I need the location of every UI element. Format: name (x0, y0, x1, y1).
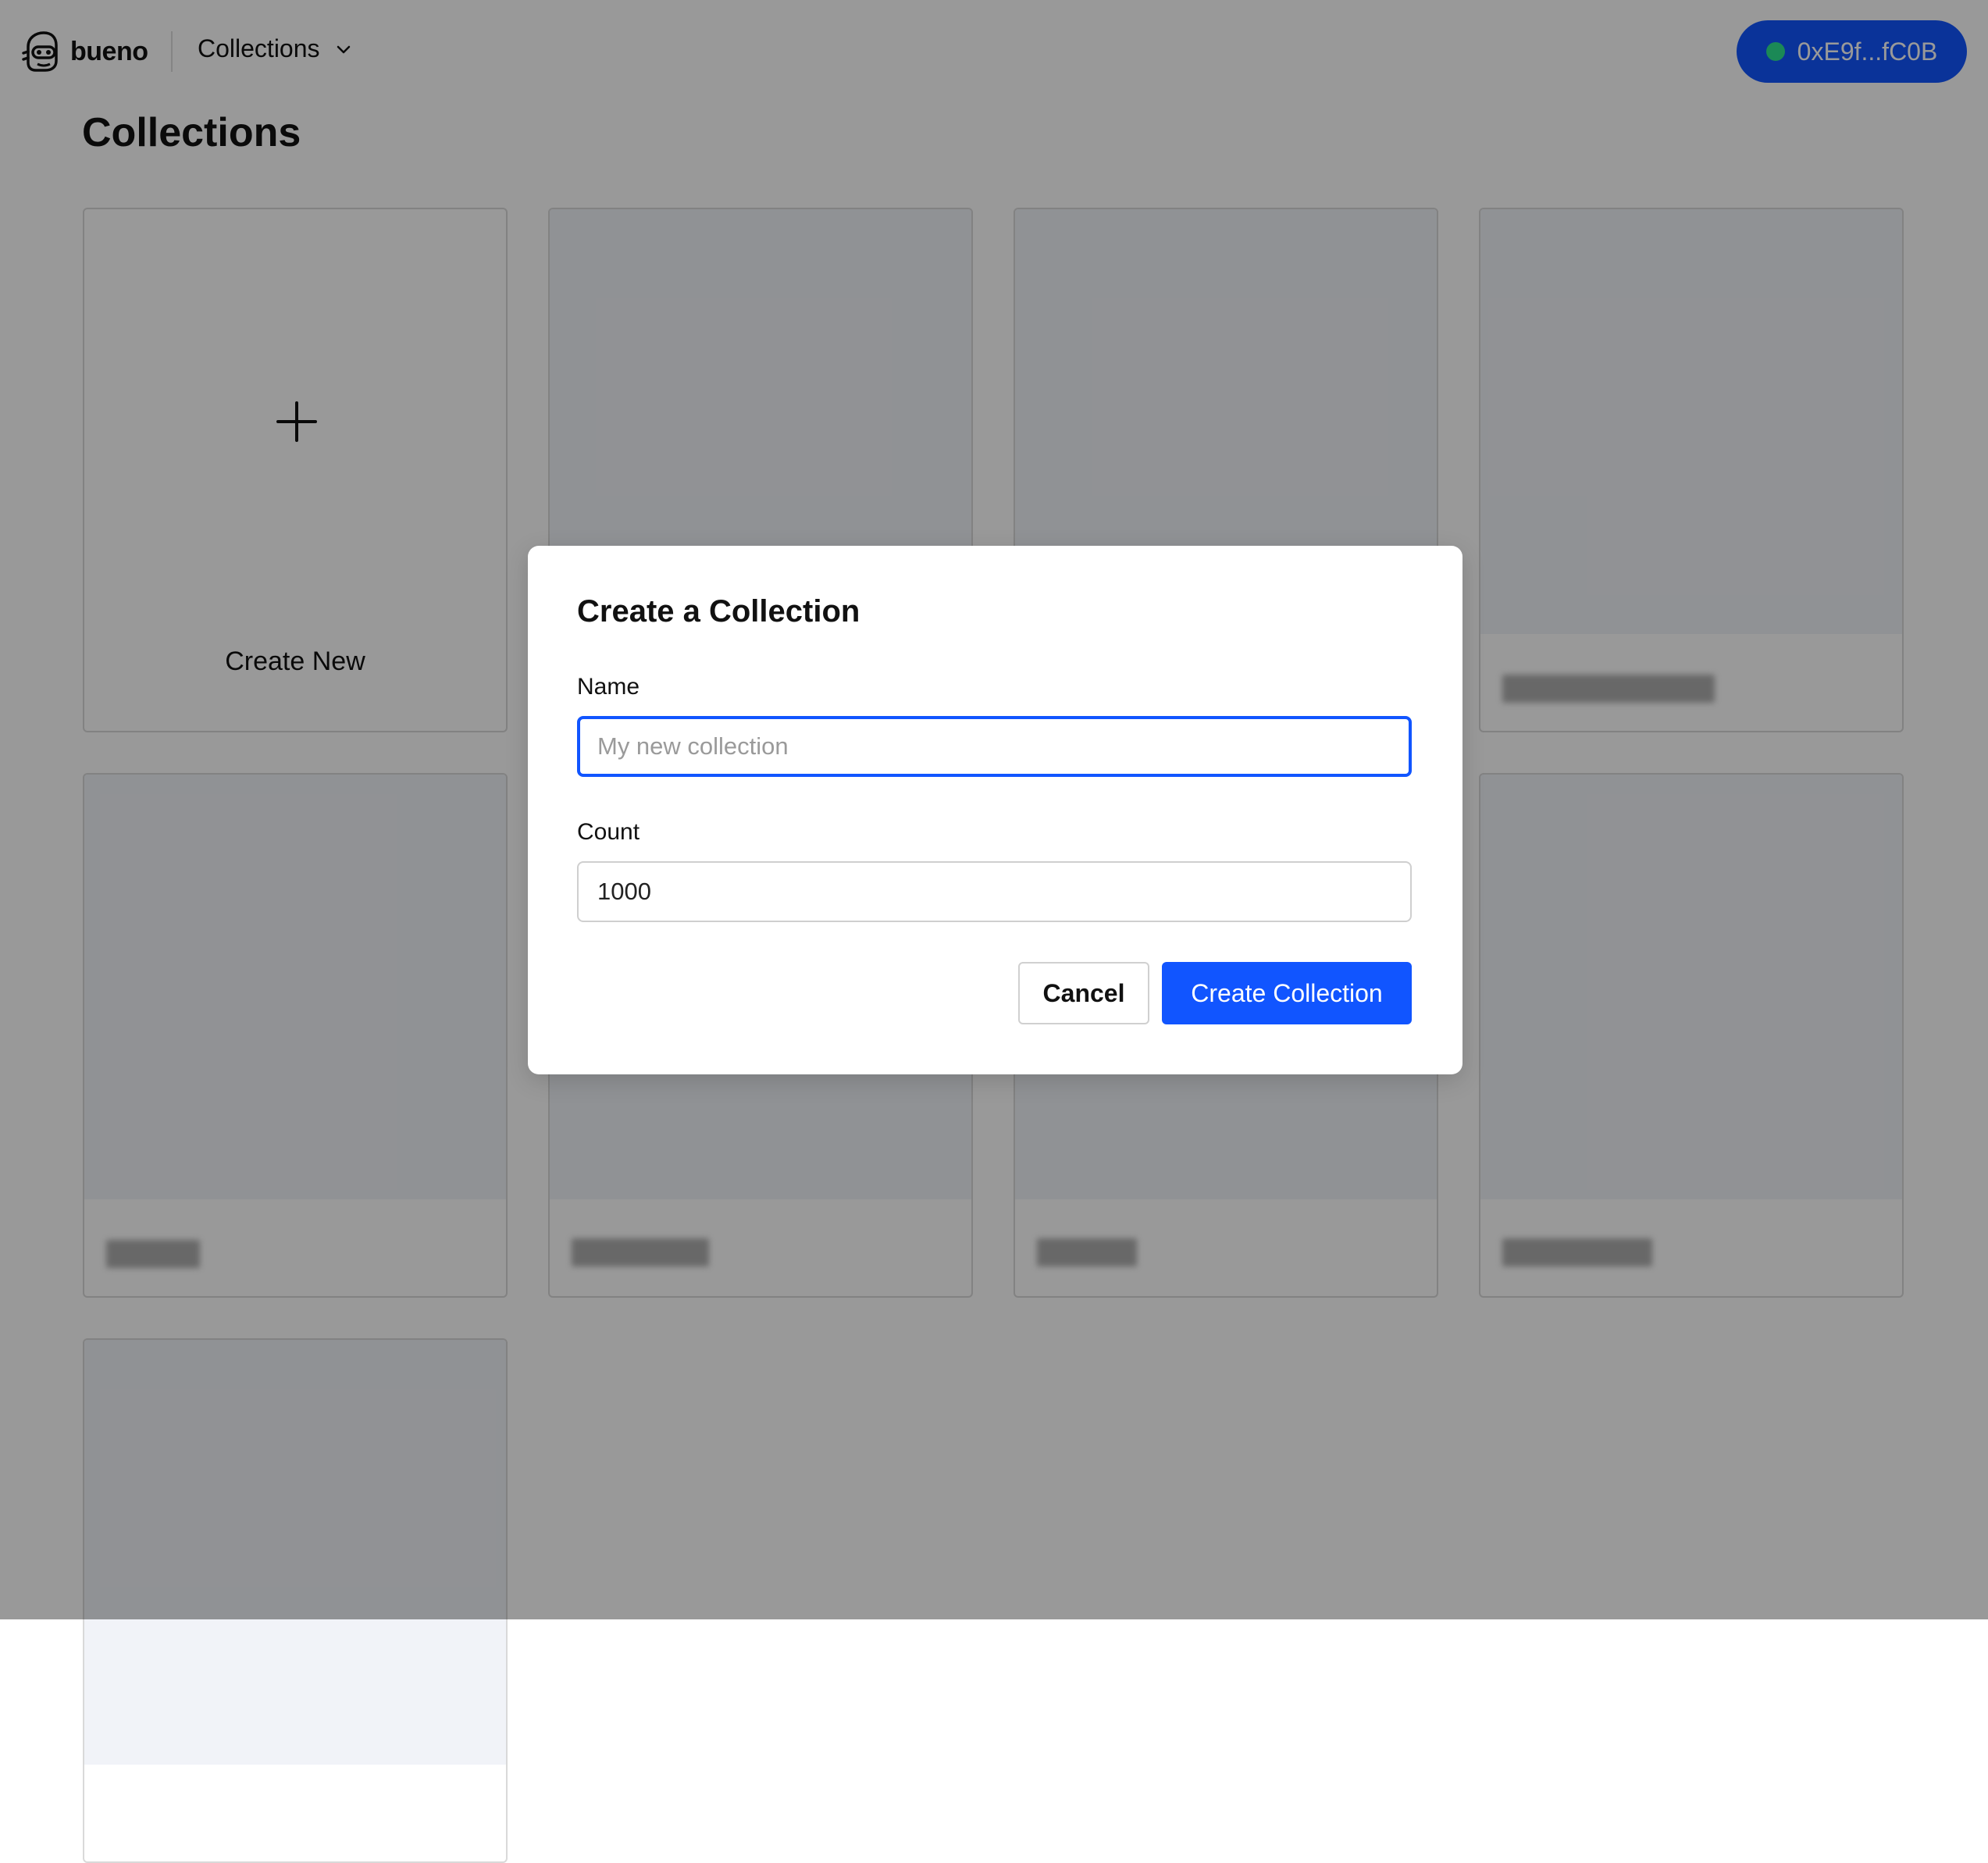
name-field-label: Name (577, 674, 640, 700)
create-collection-button[interactable]: Create Collection (1162, 962, 1412, 1024)
count-input[interactable] (577, 861, 1412, 922)
name-input[interactable] (577, 716, 1412, 777)
cancel-button[interactable]: Cancel (1018, 962, 1149, 1024)
create-collection-dialog: Create a Collection Name Count Cancel Cr… (528, 546, 1462, 1074)
count-field-label: Count (577, 819, 640, 845)
dialog-title: Create a Collection (577, 594, 860, 629)
